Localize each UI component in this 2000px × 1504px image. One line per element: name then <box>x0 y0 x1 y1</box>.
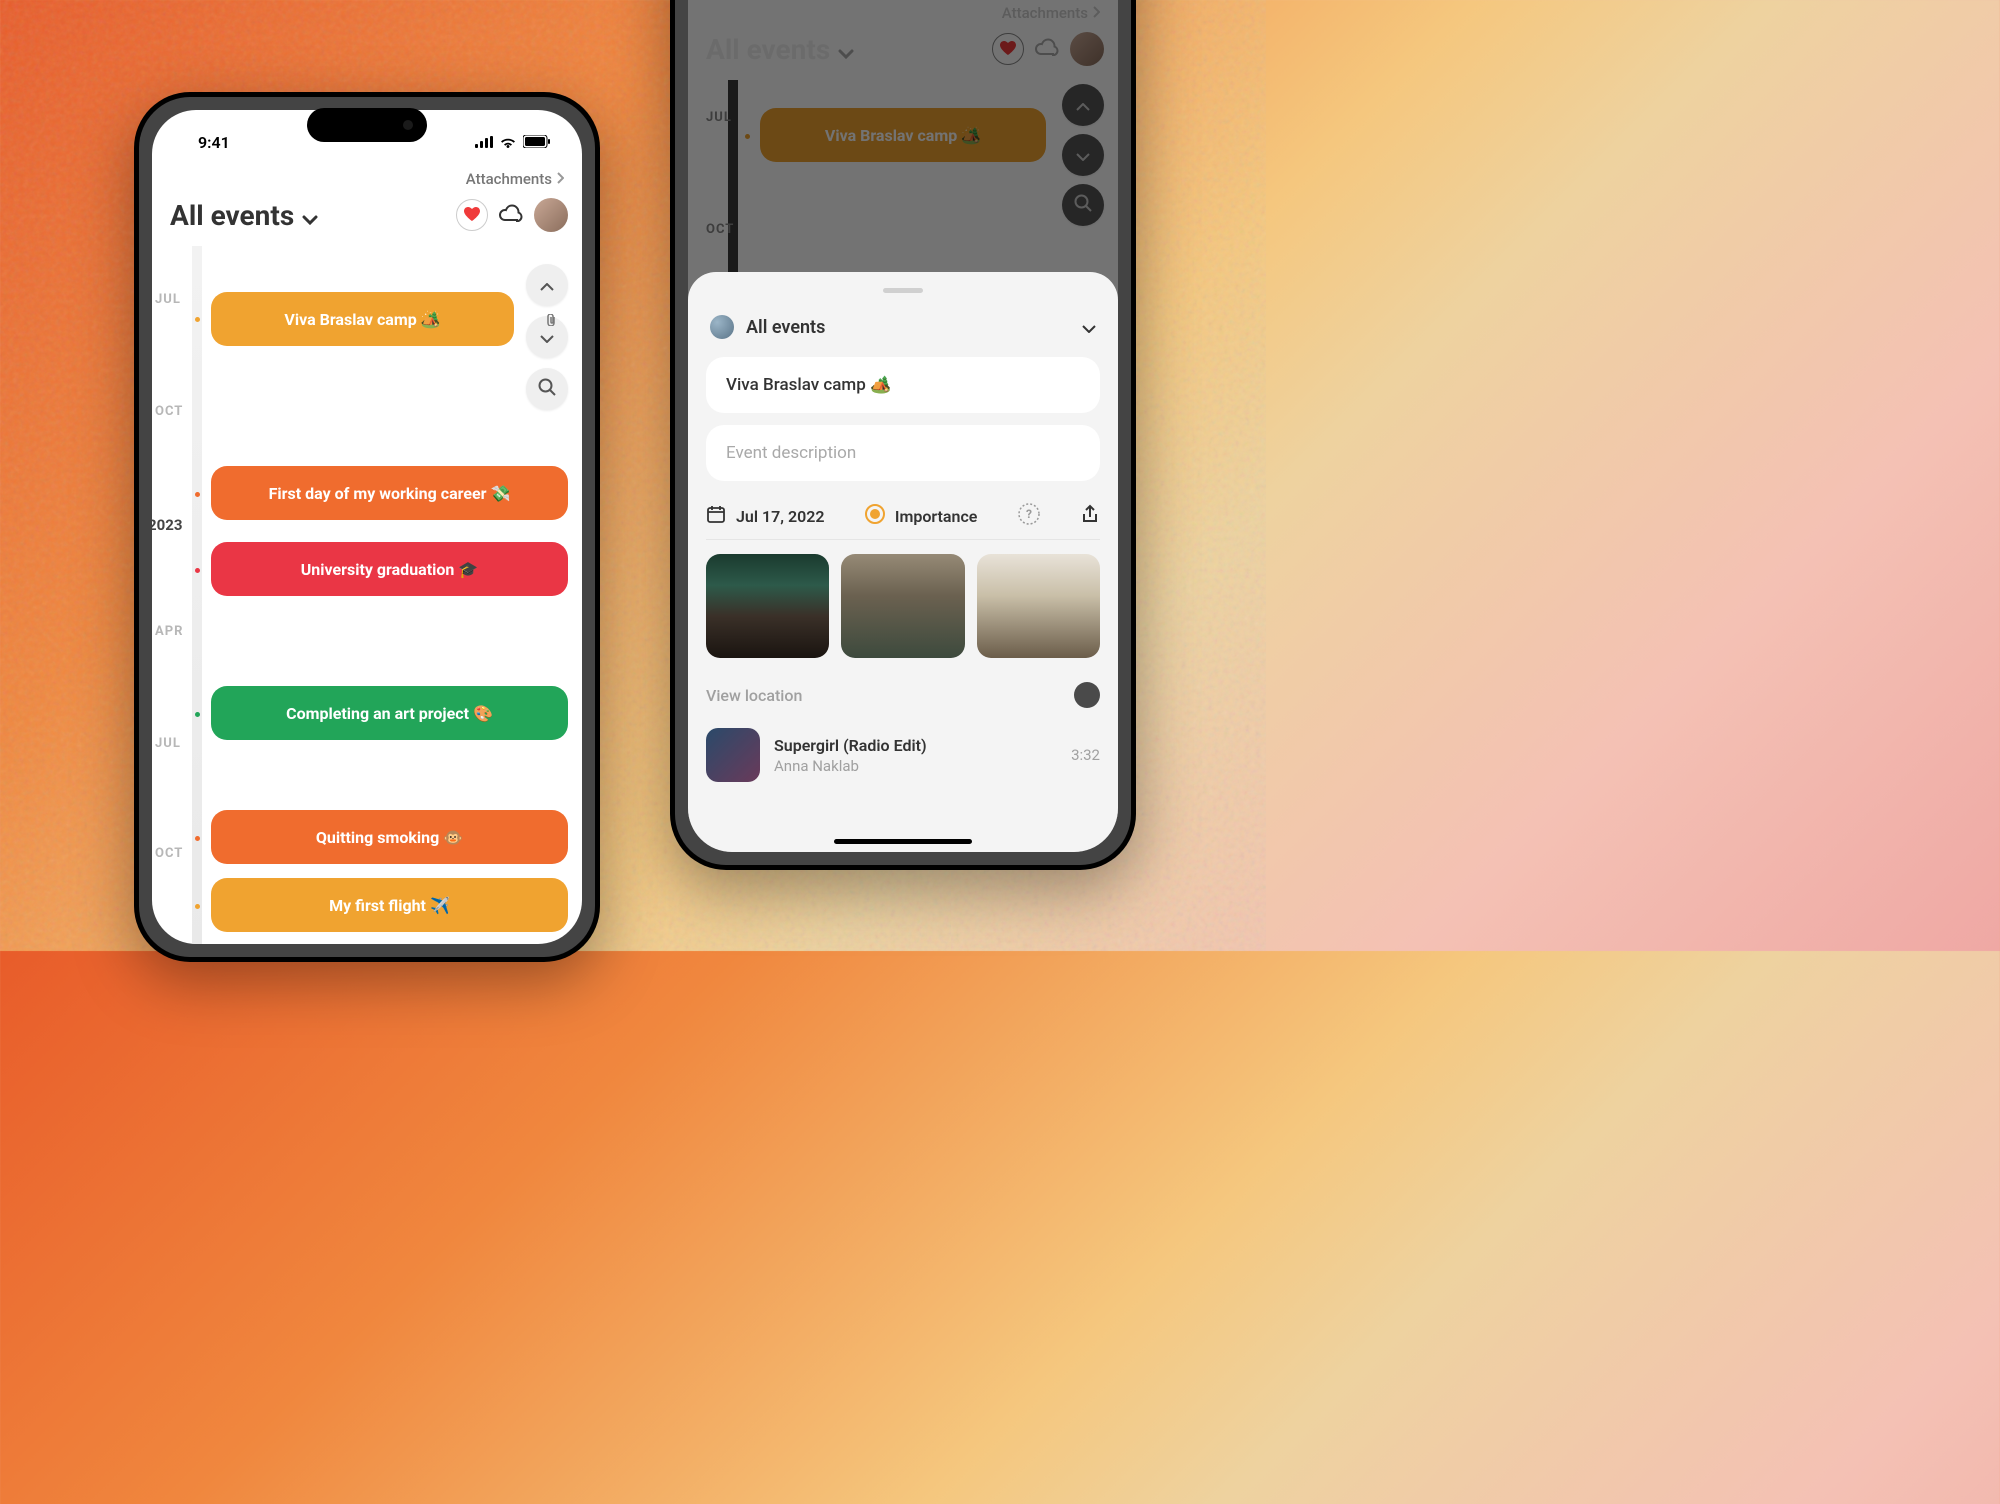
attachments-label: Attachments <box>466 170 552 188</box>
event-label: Viva Braslav camp 🏕️ <box>284 310 440 329</box>
event-dot <box>195 904 200 909</box>
help-button[interactable]: ? <box>1018 503 1040 529</box>
screen-right: Attachments All events J <box>688 0 1118 852</box>
event-quit-smoking[interactable]: Quitting smoking 🐵 <box>211 810 568 864</box>
phone-bezel: 9:41 Attachments <box>139 97 595 957</box>
home-indicator[interactable] <box>834 839 972 844</box>
dynamic-island <box>307 108 427 142</box>
cloud-icon <box>498 207 524 226</box>
event-art-project[interactable]: Completing an art project 🎨 <box>211 686 568 740</box>
event-photo-3[interactable] <box>977 554 1100 658</box>
search-button[interactable] <box>526 368 568 410</box>
album-art <box>706 728 760 782</box>
song-artist: Anna Naklab <box>774 757 1057 775</box>
event-label: University graduation 🎓 <box>301 560 479 579</box>
importance-label: Importance <box>895 507 978 526</box>
share-button[interactable] <box>1080 504 1100 528</box>
event-description-placeholder: Event description <box>726 443 1080 463</box>
event-dot <box>195 568 200 573</box>
wifi-icon <box>499 133 517 152</box>
phone-bezel: Attachments All events J <box>675 0 1131 865</box>
month-jul2: JUL <box>155 736 181 751</box>
event-label: First day of my working career 💸 <box>269 484 511 503</box>
paperclip-icon <box>544 313 558 327</box>
song-row[interactable]: Supergirl (Radio Edit) Anna Naklab 3:32 <box>706 722 1100 788</box>
chevron-right-icon <box>556 170 564 188</box>
phone-frame-right: Attachments All events J <box>670 0 1136 870</box>
heart-icon <box>464 206 480 225</box>
event-first-day[interactable]: First day of my working career 💸 <box>211 466 568 520</box>
importance-icon <box>865 504 885 528</box>
event-viva-braslav[interactable]: Viva Braslav camp 🏕️ <box>211 292 514 346</box>
month-apr: APR <box>155 624 183 639</box>
location-marker-icon <box>1074 682 1100 708</box>
event-photo-2[interactable] <box>841 554 964 658</box>
chevron-down-icon <box>540 328 554 347</box>
category-label: All events <box>746 317 825 338</box>
event-meta-row: Jul 17, 2022 Importance ? <box>706 493 1100 540</box>
event-label: Completing an art project 🎨 <box>286 704 493 723</box>
event-photo-1[interactable] <box>706 554 829 658</box>
chevron-up-icon <box>540 276 554 295</box>
date-picker[interactable]: Jul 17, 2022 <box>706 504 825 528</box>
header-actions <box>456 198 568 232</box>
event-dot <box>195 712 200 717</box>
event-label: My first flight ✈️ <box>329 896 450 915</box>
phone-frame-left: 9:41 Attachments <box>134 92 600 962</box>
svg-text:?: ? <box>1026 507 1032 521</box>
share-icon <box>1080 509 1100 528</box>
scroll-down-button[interactable] <box>526 316 568 358</box>
sheet-grabber[interactable] <box>883 288 923 293</box>
status-icons <box>475 133 550 152</box>
cloud-button[interactable] <box>498 204 524 226</box>
song-info: Supergirl (Radio Edit) Anna Naklab <box>774 736 1057 775</box>
month-oct: OCT <box>155 404 183 419</box>
event-label: Quitting smoking 🐵 <box>316 828 463 847</box>
calendar-icon <box>706 504 726 528</box>
all-events-dropdown[interactable]: All events <box>166 199 318 232</box>
event-title-card[interactable]: Viva Braslav camp 🏕️ <box>706 357 1100 413</box>
chevron-down-icon <box>1082 318 1096 337</box>
search-icon <box>538 378 556 400</box>
help-icon: ? <box>1018 510 1040 529</box>
month-oct2: OCT <box>155 846 183 861</box>
chevron-down-icon <box>302 199 318 232</box>
scroll-up-button[interactable] <box>526 264 568 306</box>
view-location-row[interactable]: View location <box>706 672 1100 722</box>
event-dot <box>195 836 200 841</box>
month-jul: JUL <box>155 292 181 307</box>
timeline: JUL OCT 2023 APR JUL OCT Viva Braslav ca… <box>152 246 582 944</box>
cellular-signal-icon <box>475 133 493 152</box>
importance-picker[interactable]: Importance <box>865 504 978 528</box>
event-detail-sheet: All events Viva Braslav camp 🏕️ Event de… <box>688 272 1118 852</box>
avatar[interactable] <box>534 198 568 232</box>
event-title-text: Viva Braslav camp 🏕️ <box>726 375 1080 395</box>
view-location-label: View location <box>706 686 802 705</box>
category-icon <box>710 315 734 339</box>
song-title: Supergirl (Radio Edit) <box>774 736 1057 755</box>
photos-row <box>706 540 1100 672</box>
event-description-input[interactable]: Event description <box>706 425 1100 481</box>
status-time: 9:41 <box>198 133 230 152</box>
event-dot <box>195 492 200 497</box>
event-date: Jul 17, 2022 <box>736 507 825 526</box>
attachments-link[interactable]: Attachments <box>152 160 582 192</box>
event-graduation[interactable]: University graduation 🎓 <box>211 542 568 596</box>
year-2023: 2023 <box>152 516 182 534</box>
header: All events <box>152 192 582 246</box>
event-first-flight[interactable]: My first flight ✈️ <box>211 878 568 932</box>
event-dot <box>195 317 200 322</box>
sheet-category-dropdown[interactable]: All events <box>706 311 1100 357</box>
page-title: All events <box>170 199 294 232</box>
song-duration: 3:32 <box>1071 746 1100 764</box>
favorites-button[interactable] <box>456 199 488 231</box>
battery-icon <box>523 133 550 152</box>
screen-left: 9:41 Attachments <box>152 110 582 944</box>
